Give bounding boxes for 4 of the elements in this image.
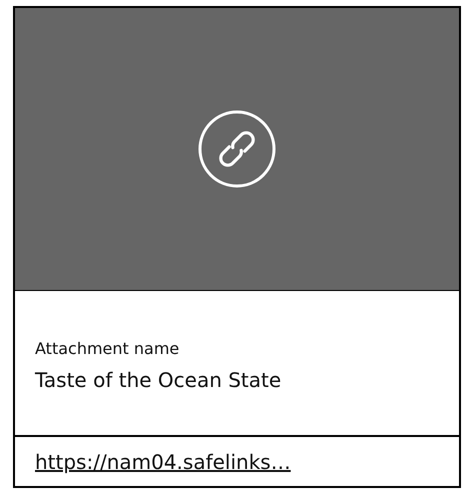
attachment-label: Attachment name	[35, 339, 180, 358]
link-icon	[197, 109, 277, 189]
url-link[interactable]: https://nam04.safelinks…	[35, 450, 297, 474]
attachment-name: Taste of the Ocean State	[35, 368, 282, 392]
